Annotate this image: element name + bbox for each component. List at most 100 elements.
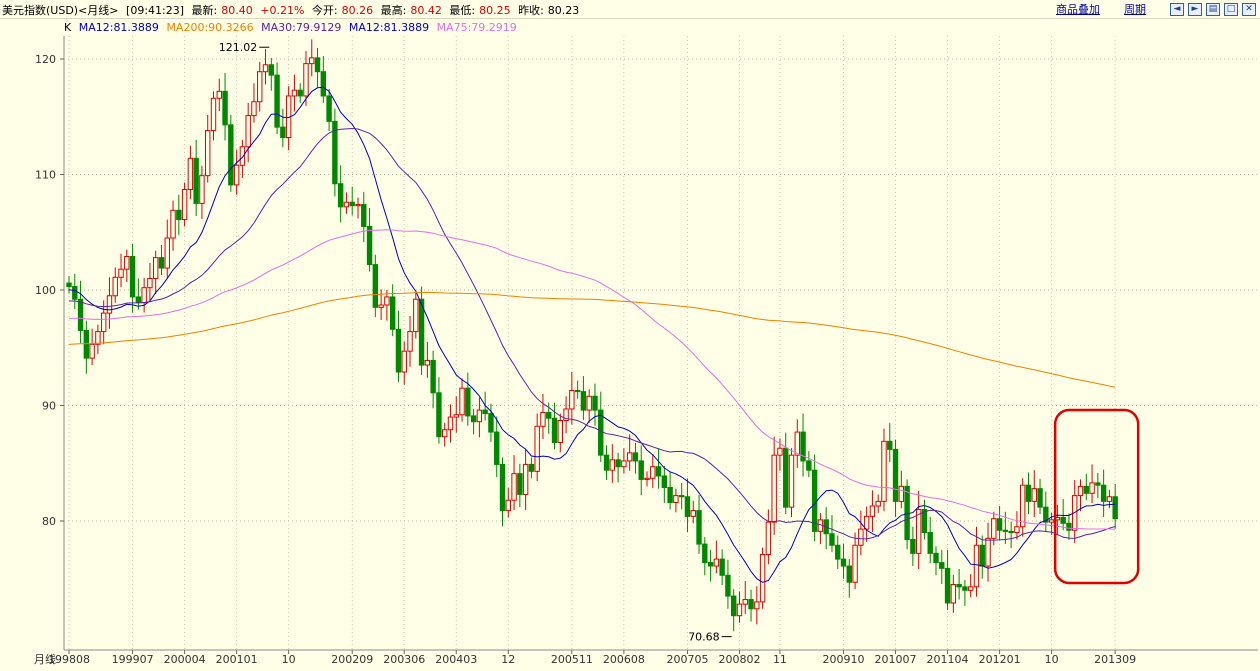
candle-body	[309, 57, 315, 65]
candle-body	[1048, 519, 1055, 523]
candle-body	[731, 595, 737, 617]
candle-body	[1106, 496, 1113, 502]
candle-body	[1083, 485, 1089, 494]
candle-body	[245, 115, 251, 148]
candle-body	[95, 331, 101, 345]
x-tick-label: 201104	[927, 653, 969, 666]
candle-body	[1020, 484, 1026, 528]
candle-body	[869, 505, 876, 517]
candle-body	[100, 312, 107, 333]
candle-body	[534, 425, 540, 472]
candle-body	[1066, 522, 1072, 531]
candle-body	[933, 552, 939, 564]
candle-body	[956, 584, 962, 588]
x-tick-label: 12	[501, 653, 515, 666]
candle-body	[944, 567, 951, 604]
candle-body	[719, 558, 725, 576]
candle-body	[129, 256, 136, 298]
candle-body	[967, 586, 974, 591]
candle-body	[470, 415, 477, 423]
candle-body	[742, 599, 748, 605]
candle-body	[1002, 529, 1009, 532]
candle-body	[598, 409, 604, 456]
x-tick-label: 201309	[1094, 653, 1136, 666]
annotation-low-label: 70.68	[688, 631, 720, 644]
candle-body	[499, 463, 506, 512]
candle-body	[702, 543, 708, 564]
candle-body	[407, 331, 413, 352]
candle-body	[337, 183, 344, 208]
x-tick-label: 200306	[383, 653, 425, 666]
candle-body	[488, 413, 494, 433]
x-tick-label: 10	[1045, 653, 1059, 666]
candle-body	[528, 463, 535, 472]
candle-body	[268, 64, 275, 76]
candle-body	[401, 350, 407, 373]
x-tick-label: 200511	[551, 653, 593, 666]
candle-body	[447, 416, 454, 431]
candle-body	[898, 485, 905, 502]
candle-body	[574, 389, 581, 393]
candle-body	[77, 298, 84, 331]
candle-body	[603, 454, 610, 471]
candle-body	[199, 175, 205, 204]
candle-body	[713, 558, 720, 567]
candle-body	[158, 257, 165, 269]
candle-body	[1037, 488, 1043, 508]
candle-body	[673, 495, 679, 504]
highlight-box	[1053, 408, 1140, 585]
candle-body	[852, 544, 858, 583]
candle-body	[228, 124, 234, 186]
candle-body	[1031, 488, 1037, 502]
candle-body	[811, 469, 818, 532]
candle-body	[592, 395, 598, 411]
candle-body	[239, 146, 246, 166]
candle-body	[482, 409, 488, 415]
candle-body	[759, 553, 766, 603]
candlestick-chart[interactable]: 8090100110120199808 199907 200004 200101 10 2…	[0, 0, 1260, 671]
candle-body	[216, 90, 222, 99]
x-tick-label: 200004	[164, 653, 206, 666]
annotation-high-label: 121.02	[219, 41, 258, 54]
candle-body	[326, 95, 332, 122]
candle-body	[262, 64, 269, 73]
candle-body	[112, 276, 118, 297]
x-tick-label: 199907	[112, 653, 154, 666]
candle-body	[511, 473, 517, 501]
candle-body	[430, 359, 436, 394]
candle-body	[222, 90, 228, 126]
candle-body	[580, 391, 587, 411]
candle-body	[632, 452, 639, 462]
candle-body	[147, 277, 153, 289]
candle-body	[1060, 517, 1066, 524]
candle-body	[72, 286, 78, 300]
candle-body	[696, 510, 702, 545]
candle-body	[794, 431, 800, 456]
candle-body	[996, 518, 1003, 531]
candle-body	[991, 518, 997, 539]
candle-body	[655, 466, 662, 477]
candle-body	[124, 256, 130, 270]
candle-body	[806, 460, 812, 471]
candle-body	[517, 473, 523, 495]
candle-body	[979, 544, 985, 567]
x-tick-label: 200608	[603, 653, 645, 666]
candle-body	[187, 157, 194, 191]
candle-body	[442, 429, 448, 438]
candle-body	[638, 460, 644, 480]
candle-body	[557, 420, 563, 443]
candle-body	[985, 537, 991, 567]
candle-body	[153, 257, 159, 279]
x-tick-label: 200101	[216, 653, 258, 666]
candle-body	[644, 477, 650, 480]
candle-body	[858, 528, 864, 546]
candle-body	[546, 411, 552, 419]
candle-body	[684, 496, 691, 517]
candle-body	[83, 329, 90, 359]
y-tick-label: 120	[35, 53, 56, 66]
candle-body	[950, 584, 957, 604]
candle-body	[1112, 496, 1118, 520]
candle-body	[1077, 485, 1084, 497]
candle-body	[667, 487, 673, 504]
candle-body	[887, 440, 893, 450]
